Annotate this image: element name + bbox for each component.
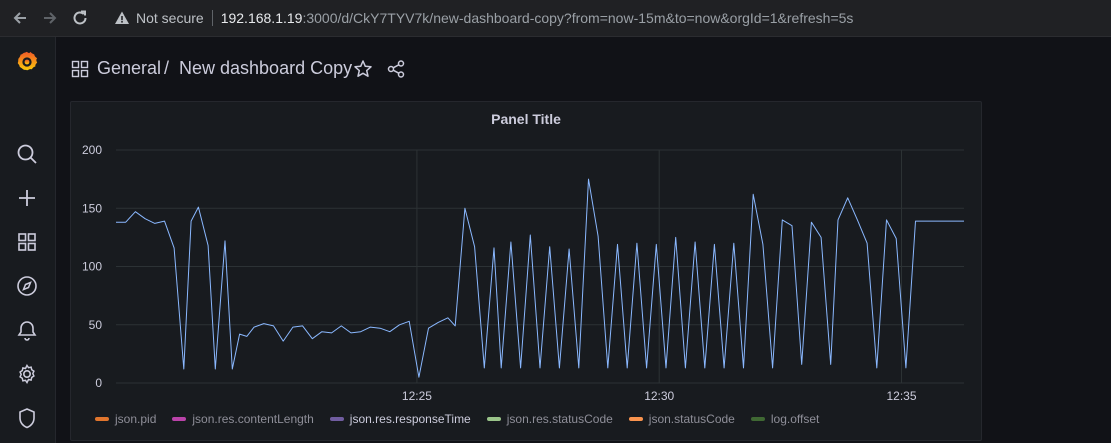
legend-label: log.offset [770, 412, 820, 426]
legend-item[interactable]: json.pid [95, 412, 156, 426]
chart-legend: json.pid json.res.contentLength json.res.r… [95, 410, 835, 428]
side-menu [0, 37, 56, 443]
grafana-logo-icon[interactable] [15, 50, 39, 74]
legend-swatch [329, 417, 344, 421]
url-path: :3000/d/CkY7TYV7k/new-dashboard-copy?fro… [302, 10, 854, 26]
legend-swatch [750, 417, 765, 421]
configuration-icon[interactable] [15, 362, 39, 386]
legend-label: json.res.responseTime [349, 412, 471, 426]
forward-button[interactable] [38, 6, 62, 30]
url-host: 192.168.1.19 [220, 10, 303, 26]
x-tick-label: 12:25 [402, 389, 432, 402]
back-button[interactable] [8, 6, 32, 30]
address-separator [211, 10, 213, 26]
share-icon[interactable] [386, 59, 406, 79]
y-tick-label: 0 [95, 376, 102, 390]
reload-icon [73, 10, 87, 25]
browser-toolbar: Not secure 192.168.1.19 :3000/d/CkY7TYV7… [0, 0, 1111, 37]
legend-item[interactable]: json.res.responseTime [329, 412, 471, 426]
graph-panel[interactable]: Panel Title 0 50 100 150 200 12:25 12:30 12:35 … [70, 101, 982, 441]
time-series-chart[interactable]: 0 50 100 150 200 12:25 12:30 12:35 [71, 102, 981, 402]
star-icon[interactable] [353, 59, 373, 79]
plus-icon[interactable] [15, 186, 39, 210]
legend-swatch [95, 417, 109, 421]
breadcrumb-separator: / [164, 58, 170, 78]
legend-item[interactable]: json.res.contentLength [172, 412, 314, 426]
reload-button[interactable] [68, 6, 92, 30]
legend-swatch [486, 417, 501, 421]
y-tick-label: 100 [82, 260, 102, 274]
legend-label: json.pid [115, 412, 157, 426]
arrow-left-icon [13, 12, 26, 24]
x-tick-label: 12:35 [886, 389, 916, 402]
explore-icon[interactable] [15, 274, 39, 298]
legend-swatch [628, 417, 643, 421]
y-tick-label: 150 [82, 201, 102, 215]
alerting-icon[interactable] [15, 318, 39, 342]
breadcrumb-folder[interactable]: General [97, 58, 161, 79]
legend-label: json.res.contentLength [192, 412, 314, 426]
y-tick-label: 50 [89, 318, 103, 332]
warning-icon [115, 11, 129, 24]
legend-item[interactable]: json.res.statusCode [486, 412, 613, 426]
security-label[interactable]: Not secure [136, 10, 204, 26]
arrow-right-icon [44, 12, 57, 24]
legend-label: json.res.statusCode [506, 412, 613, 426]
address-bar[interactable]: Not secure 192.168.1.19 :3000/d/CkY7TYV7… [100, 4, 1111, 32]
y-tick-label: 200 [82, 143, 102, 157]
dashboard-title[interactable]: New dashboard Copy [179, 58, 352, 79]
series-line[interactable] [116, 178, 964, 378]
legend-label: json.statusCode [648, 412, 735, 426]
x-tick-label: 12:30 [644, 389, 674, 402]
legend-item[interactable]: log.offset [750, 412, 820, 426]
legend-item[interactable]: json.statusCode [628, 412, 735, 426]
shield-icon[interactable] [15, 406, 39, 430]
dashboard-grid-icon [71, 60, 89, 78]
page-header: General / New dashboard Copy [56, 37, 1111, 99]
legend-swatch [172, 417, 187, 421]
search-icon[interactable] [15, 142, 39, 166]
dashboards-icon[interactable] [15, 230, 39, 254]
